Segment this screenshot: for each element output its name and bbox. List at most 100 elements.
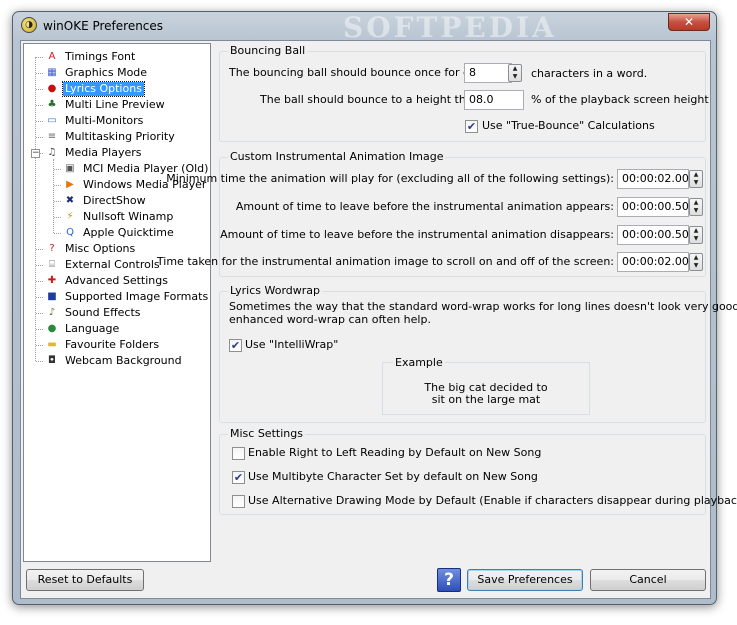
- intelliwrap-label[interactable]: Use "IntelliWrap": [245, 338, 338, 351]
- tree-item[interactable]: ▦ Graphics Mode: [44, 65, 149, 81]
- misc-option-label[interactable]: Enable Right to Left Reading by Default …: [248, 446, 541, 459]
- tree-item[interactable]: ✖ DirectShow: [62, 193, 148, 209]
- spin-down-icon[interactable]: ▼: [509, 73, 521, 81]
- instrumental-time-label: Minimum time the animation will play for…: [166, 172, 614, 185]
- category-tree[interactable]: A Timings Font ▦ Graphics Mode ● Lyrics Optio…: [23, 43, 211, 562]
- bounce-frequency-spinner[interactable]: ▲ ▼: [508, 64, 522, 82]
- instrumental-time-spinner[interactable]: ▲ ▼: [689, 226, 703, 244]
- instrumental-time-input[interactable]: 00:00:02.000: [617, 252, 696, 272]
- tree-item[interactable]: ✚ Advanced Settings: [44, 273, 170, 289]
- tree-item[interactable]: ● Language: [44, 321, 121, 337]
- question-icon: ?: [49, 243, 55, 254]
- instrumental-title: Custom Instrumental Animation Image: [228, 150, 446, 163]
- tree-item[interactable]: ⌸ External Controls: [44, 257, 162, 273]
- bounce-frequency-input[interactable]: 8: [464, 63, 512, 83]
- reset-defaults-button[interactable]: Reset to Defaults: [26, 569, 144, 591]
- tree-item[interactable]: ♪ Sound Effects: [44, 305, 143, 321]
- preview-icon: ♣: [47, 99, 57, 110]
- wordwrap-description-line2: enhanced word-wrap can often help.: [229, 313, 431, 326]
- misc-option-checkbox[interactable]: ✔: [232, 471, 245, 484]
- bouncing-ball-group: Bouncing Ball The bouncing ball should b…: [219, 44, 709, 142]
- tree-item[interactable]: ⚡ Nullsoft Winamp: [62, 209, 175, 225]
- bounce-frequency-label: The bouncing ball should bounce once for…: [229, 66, 495, 79]
- intelliwrap-checkbox[interactable]: ✔: [229, 339, 242, 352]
- tree-item-label: Multi Line Preview: [65, 98, 165, 111]
- tree-connector-line: [36, 57, 43, 58]
- spin-down-icon[interactable]: ▼: [690, 262, 702, 270]
- bounce-height-suffix: % of the playback screen height: [531, 93, 709, 106]
- tree-connector-line: [36, 361, 43, 362]
- tree-connector-line: [54, 233, 61, 234]
- example-line2: sit on the large mat: [431, 393, 541, 406]
- tree-connector-line: [54, 217, 61, 218]
- check-icon: ✔: [230, 339, 241, 352]
- spin-down-icon[interactable]: ▼: [690, 179, 702, 187]
- tree-item-label: Supported Image Formats: [65, 290, 209, 303]
- spin-up-icon[interactable]: ▲: [509, 65, 521, 73]
- spin-up-icon[interactable]: ▲: [690, 254, 702, 262]
- tree-item[interactable]: ■ Supported Image Formats: [44, 289, 210, 305]
- spin-down-icon[interactable]: ▼: [690, 207, 702, 215]
- instrumental-time-input[interactable]: 00:00:00.500: [617, 197, 696, 217]
- media-icon: ♫: [47, 147, 57, 158]
- instrumental-time-spinner[interactable]: ▲ ▼: [689, 198, 703, 216]
- tree-item-label: Language: [65, 322, 120, 335]
- bouncing-ball-title: Bouncing Ball: [228, 44, 308, 57]
- tree-item[interactable]: ◘ Webcam Background: [44, 353, 184, 369]
- spin-up-icon[interactable]: ▲: [690, 199, 702, 207]
- misc-option-label[interactable]: Use Alternative Drawing Mode by Default …: [248, 494, 737, 507]
- tree-connector-line: [54, 169, 61, 170]
- help-icon[interactable]: ?: [437, 568, 461, 592]
- directshow-icon: ✖: [65, 195, 75, 206]
- graphics-icon: ▦: [47, 67, 57, 78]
- bounce-frequency-suffix: characters in a word.: [531, 67, 648, 80]
- tree-item[interactable]: ▭ Multi-Monitors: [44, 113, 145, 129]
- tree-item[interactable]: ● Lyrics Options: [44, 81, 145, 97]
- bounce-height-input[interactable]: 08.0: [464, 90, 524, 110]
- instrumental-time-input[interactable]: 00:00:02.000: [617, 169, 696, 189]
- tree-item-label: Timings Font: [65, 50, 136, 63]
- tree-item[interactable]: A Timings Font: [44, 49, 137, 65]
- instrumental-time-spinner[interactable]: ▲ ▼: [689, 170, 703, 188]
- spin-down-icon[interactable]: ▼: [690, 235, 702, 243]
- tree-item[interactable]: ♣ Multi Line Preview: [44, 97, 167, 113]
- tree-item-label: Graphics Mode: [65, 66, 148, 79]
- misc-option-label[interactable]: Use Multibyte Character Set by default o…: [248, 470, 538, 483]
- tree-item[interactable]: ≡ Multitasking Priority: [44, 129, 177, 145]
- true-bounce-checkbox[interactable]: ✔: [465, 120, 478, 133]
- tree-item[interactable]: ▬ Favourite Folders: [44, 337, 161, 353]
- true-bounce-label[interactable]: Use "True-Bounce" Calculations: [482, 119, 655, 132]
- tree-item-label: DirectShow: [83, 194, 146, 207]
- tree-item[interactable]: ♫ Media Players: [44, 145, 144, 161]
- cancel-button[interactable]: Cancel: [590, 569, 706, 591]
- misc-settings-group: Misc Settings Enable Right to Left Readi…: [219, 427, 737, 515]
- tree-connector-line: [36, 105, 43, 106]
- font-icon: A: [48, 51, 56, 62]
- tree-item[interactable]: Q Apple Quicktime: [62, 225, 176, 241]
- spin-up-icon[interactable]: ▲: [690, 171, 702, 179]
- spin-up-icon[interactable]: ▲: [690, 227, 702, 235]
- save-preferences-button[interactable]: Save Preferences: [467, 569, 583, 591]
- close-button[interactable]: ✕: [668, 13, 710, 31]
- title-bar[interactable]: ◑ winOKE Preferences SOFTPEDIA ✕: [13, 11, 716, 44]
- speaker-icon: ♪: [48, 307, 56, 318]
- misc-option-checkbox[interactable]: [232, 495, 245, 508]
- tree-connector-line: [54, 185, 61, 186]
- wordwrap-description-line1: Sometimes the way that the standard word…: [229, 300, 737, 313]
- lyrics-icon: ●: [47, 83, 57, 94]
- mci-icon: ▣: [65, 163, 75, 174]
- wordwrap-title: Lyrics Wordwrap: [228, 284, 322, 297]
- tree-item[interactable]: ? Misc Options: [44, 241, 137, 257]
- misc-option-checkbox[interactable]: [232, 447, 245, 460]
- tree-item-label: Multi-Monitors: [65, 114, 144, 127]
- instrumental-time-spinner[interactable]: ▲ ▼: [689, 253, 703, 271]
- tree-item-label: Media Players: [65, 146, 142, 159]
- tree-item-label: Webcam Background: [65, 354, 182, 367]
- tree-connector-line: [36, 281, 43, 282]
- tree-item-label: Lyrics Options: [62, 81, 145, 97]
- collapse-expander-icon[interactable]: −: [31, 149, 40, 158]
- tree-connector-line: [36, 249, 43, 250]
- instrumental-time-input[interactable]: 00:00:00.500: [617, 225, 696, 245]
- wmp-icon: ▶: [66, 179, 74, 190]
- quicktime-icon: Q: [66, 227, 74, 238]
